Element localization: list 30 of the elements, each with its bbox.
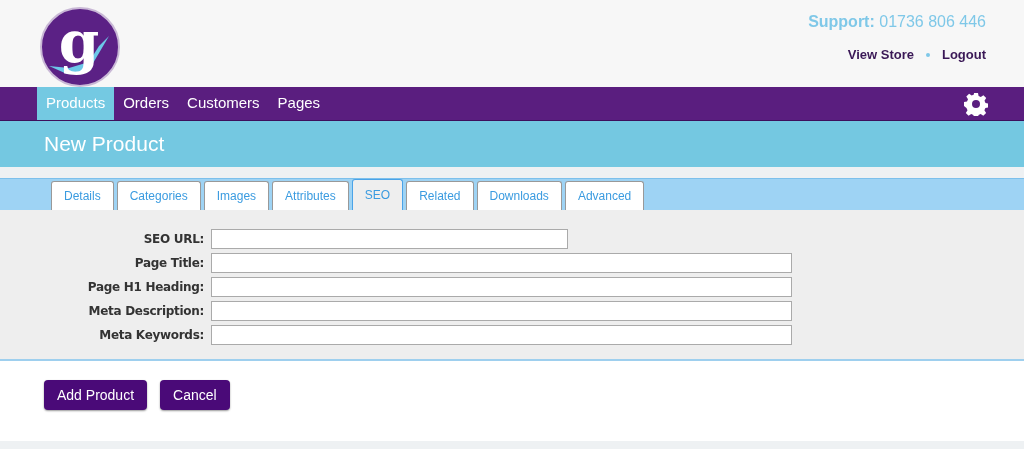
form-tab[interactable]: Categories	[116, 181, 201, 210]
support-phone: Support: 01736 806 446	[808, 12, 986, 32]
text-field[interactable]	[211, 277, 792, 297]
page-title: New Product	[44, 131, 165, 158]
form-tab[interactable]: Downloads	[476, 181, 562, 210]
text-field[interactable]	[211, 229, 568, 249]
text-field[interactable]	[211, 253, 792, 273]
nav-tab[interactable]: Pages	[268, 87, 330, 120]
action-button[interactable]: Cancel	[160, 380, 230, 410]
form-tab[interactable]: SEO	[351, 179, 404, 210]
field-label: Page Title:	[133, 255, 205, 272]
action-button[interactable]: Add Product	[44, 380, 148, 410]
form-tab[interactable]: Attributes	[272, 181, 349, 210]
logo-drawing: g	[39, 6, 121, 88]
field-label: SEO URL:	[142, 231, 205, 248]
header-link[interactable]: View Store	[847, 45, 914, 65]
form-tab[interactable]: Images	[203, 181, 270, 210]
text-field[interactable]	[211, 325, 792, 345]
form-tab[interactable]: Details	[51, 181, 114, 210]
nav-tab[interactable]: Products	[37, 87, 115, 120]
nav-tab[interactable]: Orders	[114, 87, 179, 120]
header-link[interactable]: Logout	[941, 45, 986, 65]
settings-icon[interactable]	[964, 91, 988, 116]
field-label: Meta Keywords:	[98, 327, 205, 344]
field-label: Page H1 Heading:	[86, 279, 205, 296]
form-tab[interactable]: Advanced	[564, 181, 645, 210]
field-label: Meta Description:	[87, 303, 205, 320]
text-field[interactable]	[211, 301, 792, 321]
form-tab[interactable]: Related	[406, 181, 474, 210]
nav-tab[interactable]: Customers	[178, 87, 269, 120]
